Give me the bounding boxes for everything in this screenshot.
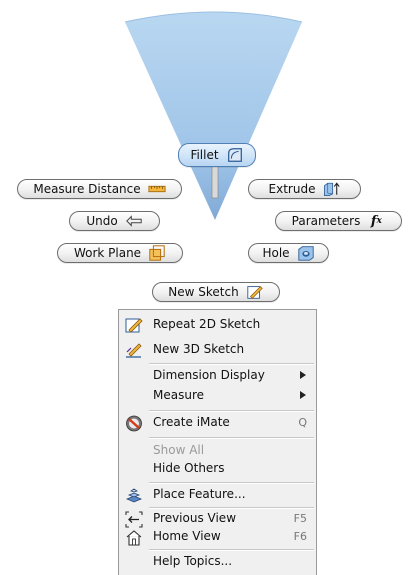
undo-label: Undo — [86, 214, 118, 228]
menu-item-help-topics[interactable]: Help Topics... — [119, 551, 316, 573]
menu-item-label: Dimension Display — [153, 368, 265, 382]
extrude-label: Extrude — [268, 182, 316, 196]
hole-label: Hole — [262, 246, 290, 260]
new-sketch-button[interactable]: New Sketch — [152, 282, 280, 302]
hole-icon — [297, 245, 315, 261]
menu-item-label: New 3D Sketch — [153, 342, 245, 356]
menu-item-dimension-display[interactable]: Dimension Display — [119, 365, 316, 387]
parameters-label: Parameters — [291, 214, 361, 228]
context-menu: Repeat 2D Sketch New 3D Sketch Dimension… — [118, 309, 317, 575]
parameters-fx-x: x — [376, 216, 382, 226]
menu-item-label: Show All — [153, 443, 205, 457]
menu-item-create-imate[interactable]: Create iMate Q — [119, 412, 316, 434]
menu-item-hide-others[interactable]: Hide Others — [119, 458, 316, 480]
menu-item-label: Create iMate — [153, 415, 230, 429]
menu-item-repeat-2d-sketch[interactable]: Repeat 2D Sketch — [119, 314, 316, 336]
menu-item-shortcut: F5 — [293, 512, 307, 525]
place-feature-icon — [125, 487, 143, 504]
marking-menu-direction-wedge — [124, 11, 303, 220]
sketch-pencil-icon — [125, 317, 143, 334]
home-view-icon — [125, 529, 143, 546]
extrude-icon — [322, 181, 341, 197]
3d-sketch-pencil-icon — [125, 342, 143, 359]
submenu-arrow-icon — [300, 371, 306, 379]
menu-item-place-feature[interactable]: Place Feature... — [119, 484, 316, 506]
undo-arrow-icon — [125, 213, 143, 229]
work-plane-button[interactable]: Work Plane — [57, 243, 183, 263]
extrude-button[interactable]: Extrude — [248, 179, 361, 199]
submenu-arrow-icon — [300, 391, 306, 399]
measure-distance-label: Measure Distance — [33, 182, 141, 196]
work-plane-label: Work Plane — [73, 246, 142, 260]
work-plane-icon — [148, 245, 166, 261]
undo-button[interactable]: Undo — [69, 211, 160, 231]
menu-item-label: Hide Others — [153, 461, 225, 475]
hole-button[interactable]: Hole — [248, 243, 329, 263]
fillet-label: Fillet — [190, 148, 219, 162]
menu-item-new-3d-sketch[interactable]: New 3D Sketch — [119, 339, 316, 361]
ruler-icon — [148, 181, 166, 197]
parameters-fx-icon: fx — [367, 213, 385, 229]
menu-separator — [149, 437, 314, 439]
menu-item-label: Home View — [153, 529, 221, 543]
menu-item-home-view[interactable]: Home View F6 — [119, 526, 316, 548]
imate-icon — [125, 415, 143, 432]
menu-item-measure[interactable]: Measure — [119, 385, 316, 407]
sketch-pencil-icon — [246, 284, 264, 300]
menu-item-shortcut: F6 — [293, 530, 307, 543]
fillet-button[interactable]: Fillet — [178, 143, 256, 167]
menu-item-label: Place Feature... — [153, 487, 246, 501]
parameters-button[interactable]: Parameters fx — [275, 211, 402, 231]
fillet-icon — [226, 147, 244, 163]
measure-distance-button[interactable]: Measure Distance — [17, 179, 182, 199]
new-sketch-label: New Sketch — [168, 285, 239, 299]
menu-item-label: Previous View — [153, 511, 237, 525]
menu-item-label: Repeat 2D Sketch — [153, 317, 261, 331]
menu-item-label: Measure — [153, 388, 204, 402]
menu-item-label: Help Topics... — [153, 554, 233, 568]
menu-item-shortcut: Q — [298, 416, 307, 429]
